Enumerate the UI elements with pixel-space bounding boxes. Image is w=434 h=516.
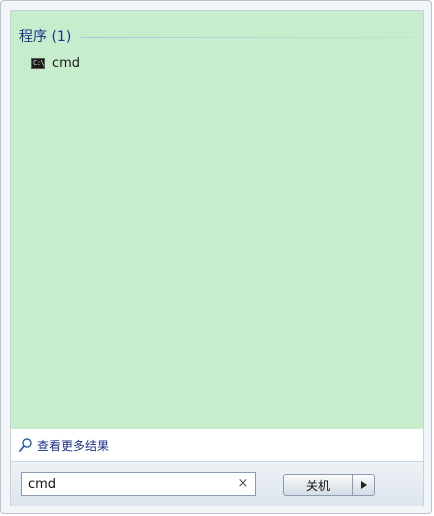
see-more-results-link[interactable]: 查看更多结果 — [11, 429, 423, 461]
search-box: × — [21, 472, 256, 496]
see-more-results-label: 查看更多结果 — [37, 438, 110, 453]
group-title: 程序 (1) — [19, 29, 72, 45]
start-menu-inner-panel: 程序 (1) cmd 查看更多结果 × 关机 — [10, 10, 424, 506]
start-menu-window: 程序 (1) cmd 查看更多结果 × 关机 — [0, 0, 432, 514]
power-controls: 关机 — [283, 474, 375, 496]
shutdown-button[interactable]: 关机 — [283, 474, 353, 496]
start-menu-bottom-bar: × 关机 — [11, 461, 423, 506]
result-item-label: cmd — [52, 55, 81, 71]
result-item-cmd[interactable]: cmd — [31, 53, 80, 73]
shutdown-options-button[interactable] — [353, 474, 375, 496]
triangle-right-icon — [360, 481, 367, 489]
search-input[interactable] — [22, 474, 236, 494]
search-icon — [19, 438, 32, 452]
group-divider — [81, 36, 417, 38]
search-results-panel: 程序 (1) cmd — [11, 11, 423, 429]
command-prompt-icon — [31, 57, 45, 69]
clear-search-icon[interactable]: × — [236, 477, 250, 491]
results-group-header: 程序 (1) — [19, 26, 417, 46]
